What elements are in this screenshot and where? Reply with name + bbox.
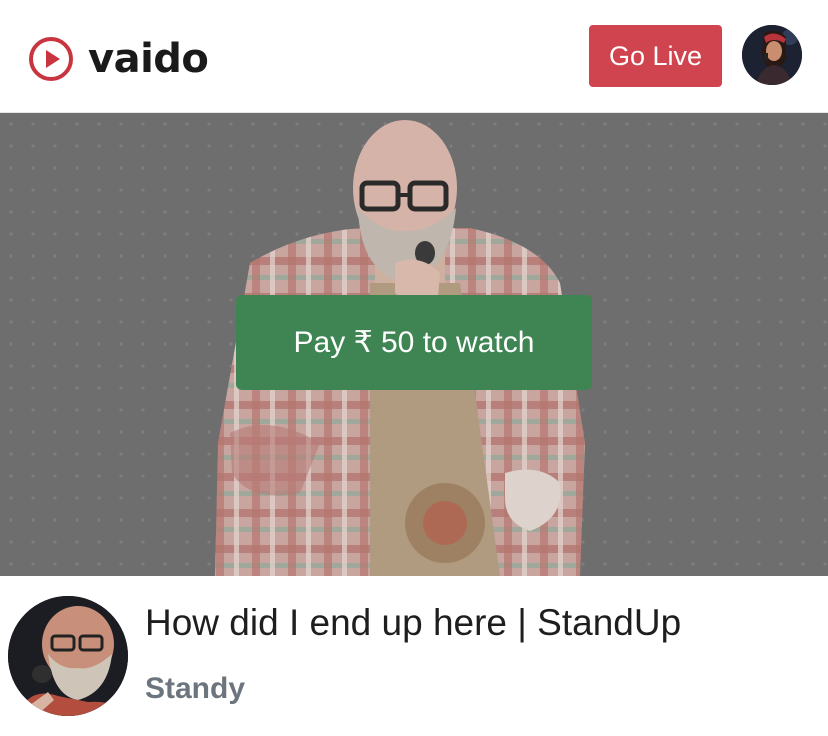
go-live-button[interactable]: Go Live	[589, 25, 722, 87]
top-header: vaido Go Live	[0, 0, 828, 113]
video-title[interactable]: How did I end up here | StandUp	[145, 602, 681, 644]
pay-to-watch-button[interactable]: Pay ₹ 50 to watch	[236, 295, 592, 390]
channel-avatar-image	[8, 596, 128, 716]
play-circle-icon	[29, 37, 73, 81]
channel-name[interactable]: Standy	[145, 672, 245, 706]
brand-name: vaido	[88, 36, 209, 82]
brand-logo[interactable]: vaido	[28, 36, 209, 82]
user-avatar-image	[742, 25, 802, 85]
video-info: How did I end up here | StandUp Standy	[0, 576, 828, 736]
channel-avatar[interactable]	[8, 596, 128, 716]
app-root: vaido Go Live Pay ₹ 50 to watch How did …	[0, 0, 828, 736]
video-player[interactable]: Pay ₹ 50 to watch	[0, 113, 828, 576]
user-avatar[interactable]	[742, 25, 802, 85]
